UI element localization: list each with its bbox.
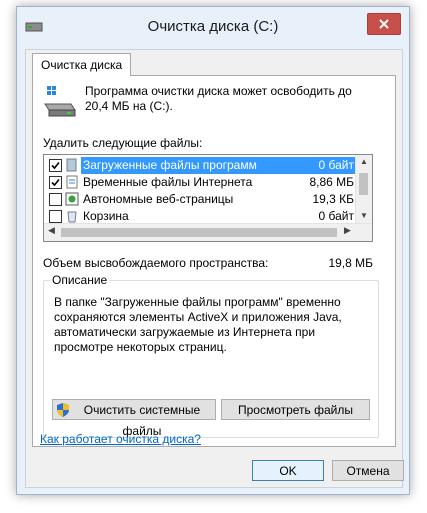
list-item-size: 19,3 КБ: [312, 192, 354, 206]
offline-page-icon: [65, 192, 79, 206]
folder-icon: [66, 158, 77, 172]
view-files-button[interactable]: Просмотреть файлы: [221, 399, 370, 420]
scroll-thumb[interactable]: [359, 173, 368, 195]
description-text: В папке "Загруженные файлы программ" вре…: [54, 295, 342, 354]
description-title: Описание: [50, 273, 110, 287]
clean-system-files-button[interactable]: Очистить системные файлы: [52, 399, 216, 438]
list-item-checkbox[interactable]: [49, 210, 62, 223]
list-item-size: 0 байт: [293, 157, 356, 174]
vertical-scrollbar[interactable]: ▲ ▼: [355, 155, 372, 223]
list-item-checkbox[interactable]: [49, 159, 62, 172]
internet-file-icon: [66, 175, 78, 189]
list-item-size: 8,86 МБ: [309, 175, 354, 189]
list-item-name: Временные файлы Интернета: [83, 175, 253, 189]
checkmark-icon: [51, 178, 60, 187]
horizontal-scrollbar[interactable]: ◀ ▶: [44, 223, 372, 241]
recycle-bin-icon: [67, 211, 77, 223]
list-item[interactable]: Автономные веб-страницы 19,3 КБ: [44, 191, 356, 208]
files-label: Удалить следующие файлы:: [43, 136, 203, 150]
cancel-button[interactable]: Отмена: [332, 460, 404, 481]
list-item-checkbox[interactable]: [49, 176, 62, 189]
space-label: Объем высвобождаемого пространства:: [43, 256, 269, 270]
tab-panel: Программа очистки диска может освободить…: [32, 75, 396, 447]
ok-button[interactable]: OK: [252, 460, 324, 481]
scroll-down-icon[interactable]: ▼: [360, 211, 368, 220]
scroll-left-icon[interactable]: ◀: [48, 225, 55, 236]
description-group: Описание В папке "Загруженные файлы прог…: [43, 273, 379, 438]
scroll-right-icon[interactable]: ▶: [344, 225, 351, 236]
scroll-up-icon[interactable]: ▲: [360, 157, 368, 166]
scroll-thumb[interactable]: [61, 228, 337, 237]
window-title: Очистка диска (C:): [147, 18, 279, 35]
tab-disk-cleanup[interactable]: Очистка диска: [32, 53, 132, 76]
disk-cleanup-window: Очистка диска (C:) Очистка диска Програм…: [16, 6, 410, 495]
list-item[interactable]: Временные файлы Интернета 8,86 МБ: [44, 174, 356, 191]
help-link[interactable]: Как работает очистка диска?: [40, 432, 201, 446]
close-icon: [379, 19, 389, 29]
drive-cleanup-icon: [44, 86, 76, 117]
close-button[interactable]: [367, 13, 401, 35]
intro-text: Программа очистки диска может освободить…: [85, 84, 352, 113]
dialog-client-area: Очистка диска Программа очистки диска мо…: [25, 49, 404, 488]
list-item[interactable]: Загруженные файлы программ 0 байт: [44, 157, 356, 174]
title-bar[interactable]: Очистка диска (C:): [17, 7, 409, 47]
list-item-name: Автономные веб-страницы: [83, 192, 234, 206]
files-list[interactable]: Загруженные файлы программ 0 байт Времен…: [43, 154, 373, 242]
space-value: 19,8 МБ: [328, 256, 373, 270]
uac-shield-icon: [57, 403, 69, 417]
list-item-name: Загруженные файлы программ: [81, 157, 293, 174]
list-item-checkbox[interactable]: [49, 193, 62, 206]
checkmark-icon: [51, 161, 60, 170]
